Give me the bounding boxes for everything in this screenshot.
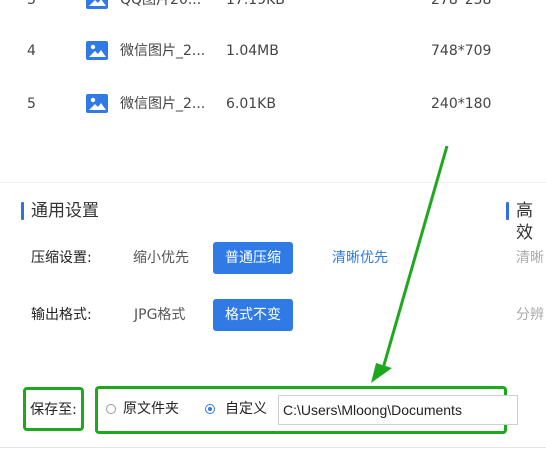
general-settings-title: 通用设置	[21, 200, 99, 222]
file-name: QQ图片20...	[120, 0, 202, 8]
file-resolution: 240*180	[431, 96, 492, 112]
image-file-icon	[86, 41, 108, 60]
format-option-jpg[interactable]: JPG格式	[134, 299, 185, 331]
title-accent-bar	[21, 202, 24, 220]
format-label: 输出格式:	[31, 307, 92, 323]
format-option-unchanged[interactable]: 格式不变	[213, 299, 293, 331]
file-index: 4	[27, 43, 36, 59]
file-index: 3	[27, 0, 36, 8]
radio-original-folder-label[interactable]: 原文件夹	[123, 400, 179, 418]
file-size: 17.19KB	[226, 0, 285, 8]
file-resolution: 748*709	[431, 43, 492, 59]
advanced-settings-title: 高效	[506, 200, 546, 244]
general-settings-title-text: 通用设置	[31, 201, 99, 221]
save-location-group: 原文件夹 自定义 C:\Users\Mloong\Documents	[95, 386, 518, 434]
file-size: 6.01KB	[226, 96, 276, 112]
advanced-option-clarity[interactable]: 清晰	[516, 242, 544, 274]
settings-panel: 通用设置 高效 压缩设置: 缩小优先 普通压缩 清晰优先 清晰 输出格式: JP…	[0, 183, 546, 378]
save-path-input[interactable]: C:\Users\Mloong\Documents	[278, 395, 518, 425]
file-row[interactable]: 5 微信图片_2... 6.01KB 240*180	[0, 77, 546, 131]
compression-option-clarity[interactable]: 清晰优先	[332, 242, 388, 274]
compression-label: 压缩设置:	[31, 250, 92, 266]
file-index: 5	[27, 96, 36, 112]
save-to-label: 保存至:	[23, 387, 84, 431]
bottom-divider	[0, 447, 546, 448]
save-to-label-text: 保存至:	[30, 402, 77, 418]
file-name: 微信图片_2...	[120, 96, 206, 112]
advanced-settings-title-text: 高效	[516, 201, 533, 243]
image-file-icon	[86, 0, 108, 9]
radio-custom-label[interactable]: 自定义	[225, 400, 267, 418]
file-resolution: 278*258	[431, 0, 492, 8]
compression-option-smaller[interactable]: 缩小优先	[133, 242, 189, 274]
save-location-row: 保存至: 原文件夹 自定义 C:\Users\Mloong\Documents	[0, 378, 546, 442]
advanced-option-resolution[interactable]: 分辨	[516, 299, 544, 331]
file-row[interactable]: 4 微信图片_2... 1.04MB 748*709	[0, 24, 546, 78]
file-size: 1.04MB	[226, 43, 279, 59]
file-row[interactable]: 3 QQ图片20... 17.19KB 278*258	[0, 0, 546, 27]
file-list: 3 QQ图片20... 17.19KB 278*258 4 微信图片_2... …	[0, 0, 546, 182]
file-name: 微信图片_2...	[120, 43, 206, 59]
image-file-icon	[86, 94, 108, 113]
radio-custom[interactable]	[205, 404, 215, 414]
radio-original-folder[interactable]	[106, 404, 116, 414]
compression-option-normal[interactable]: 普通压缩	[213, 242, 293, 274]
title-accent-bar	[506, 202, 509, 220]
